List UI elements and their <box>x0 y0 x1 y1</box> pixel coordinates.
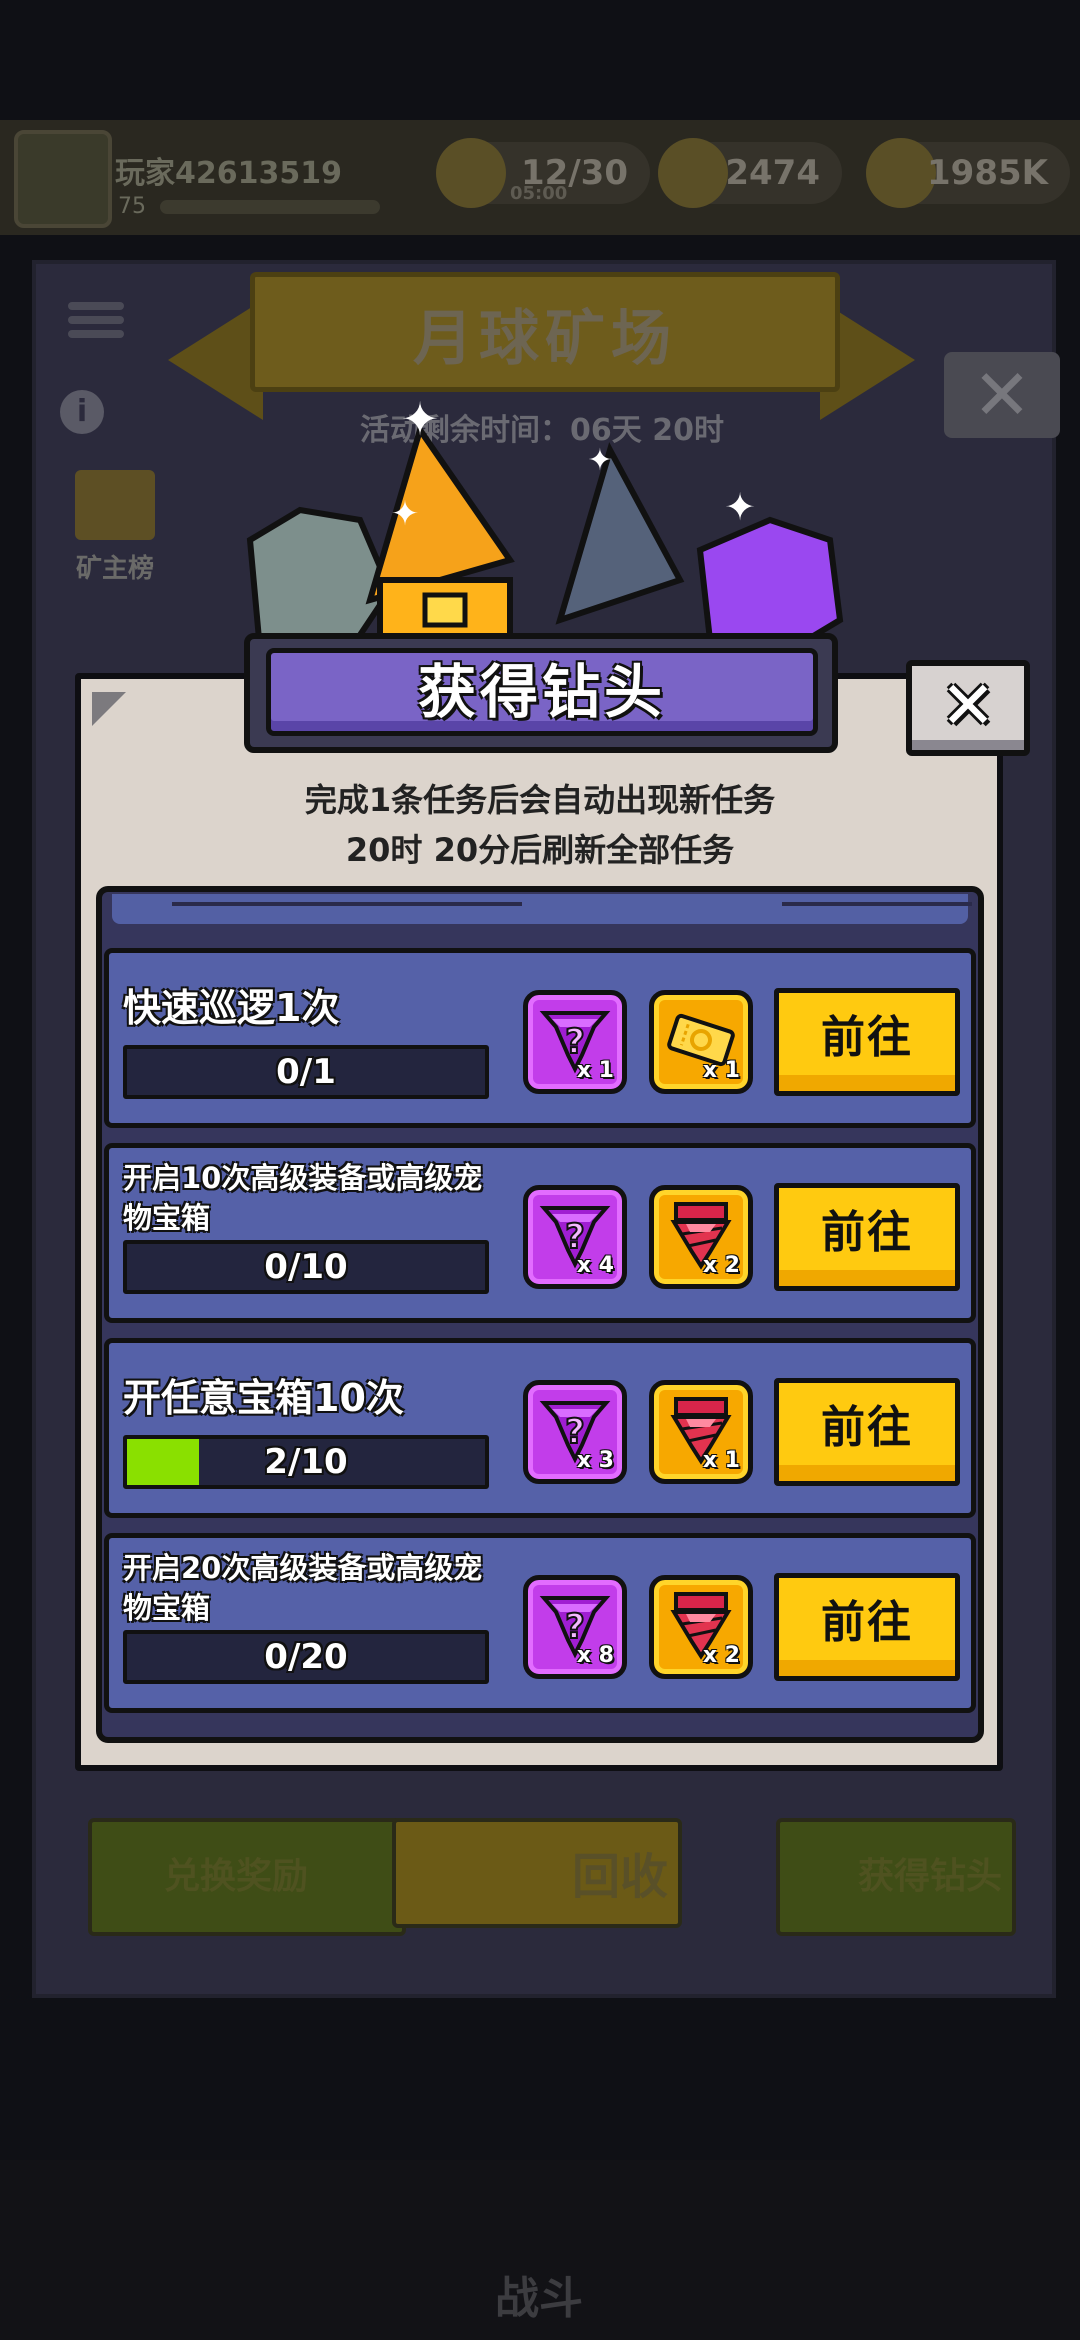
reward-slot-2[interactable]: x 2 <box>649 1575 753 1679</box>
reward-qty: x 3 <box>576 1448 614 1473</box>
task-row: 开任意宝箱10次 2/10? x 3x 1 前往 <box>104 1338 976 1518</box>
currency1-value: 2474 <box>725 153 820 193</box>
ranking-label: 矿主榜 <box>75 554 154 584</box>
reward-qty: x 1 <box>702 1448 740 1473</box>
reward-qty: x 1 <box>702 1058 740 1083</box>
avatar[interactable] <box>14 130 112 228</box>
reward-qty: x 4 <box>576 1253 614 1278</box>
sparkle: ✦ <box>391 494 420 534</box>
popup-title: 获得钻头 <box>417 658 666 726</box>
svg-text:?: ? <box>565 1217 585 1257</box>
player-header: 玩家42613519 75 12/30 05:00 2474 1985K <box>0 120 1080 235</box>
reward-qty: x 8 <box>576 1643 614 1668</box>
reward-qty: x 2 <box>702 1643 740 1668</box>
coin-icon <box>658 138 728 208</box>
list-scroll-edge <box>112 894 972 924</box>
background-close-icon[interactable]: ✕ <box>944 352 1060 438</box>
drill-art: ✦ ✦ ✦ ✦ <box>246 392 844 650</box>
reward-qty: x 1 <box>576 1058 614 1083</box>
reward-slot-1[interactable]: ? x 1 <box>523 990 627 1094</box>
go-label: 前往 <box>821 1597 913 1648</box>
task-progress-text: 2/10 <box>264 1442 348 1482</box>
close-button[interactable]: ✕ <box>906 660 1030 756</box>
close-icon: ✕ <box>940 667 996 744</box>
currency1-pill[interactable]: 2474 <box>658 138 842 208</box>
gold-icon <box>866 138 936 208</box>
recycle-label: 回收 <box>571 1849 668 1905</box>
task-title: 开任意宝箱10次 <box>123 1376 404 1420</box>
sparkle: ✦ <box>401 392 440 446</box>
go-button[interactable]: 前往 <box>774 988 960 1096</box>
sparkle: ✦ <box>587 443 612 478</box>
task-progress-bar: 0/1 <box>123 1045 489 1099</box>
exchange-reward-button[interactable]: 兑换奖励 <box>88 1818 406 1936</box>
get-drill-button[interactable]: 获得钻头 <box>776 1818 1016 1936</box>
reward-slot-1[interactable]: ? x 8 <box>523 1575 627 1679</box>
go-button[interactable]: 前往 <box>774 1573 960 1681</box>
go-button[interactable]: 前往 <box>774 1378 960 1486</box>
recycle-button[interactable]: 回收 <box>392 1818 682 1928</box>
xp-bar <box>160 200 380 214</box>
popup-title-bar: 获得钻头 <box>266 648 818 736</box>
reward-qty: x 2 <box>702 1253 740 1278</box>
sparkle: ✦ <box>724 485 756 529</box>
task-row: 快速巡逻1次 0/1? x 1x 1 前往 <box>104 948 976 1128</box>
exchange-reward-label: 兑换奖励 <box>164 1856 309 1897</box>
task-progress-bar: 2/10 <box>123 1435 489 1489</box>
task-progress-bar: 0/10 <box>123 1240 489 1294</box>
task-row: 开启10次高级装备或高级宠物宝箱 0/10? x 4x 2 前往 <box>104 1143 976 1323</box>
task-progress-text: 0/10 <box>264 1247 348 1287</box>
ranking-icon <box>75 470 155 540</box>
grey-rock <box>246 506 394 650</box>
go-label: 前往 <box>821 1012 913 1063</box>
reward-slot-2[interactable]: x 1 <box>649 990 753 1094</box>
nav-battle-label[interactable]: 战斗 <box>495 2262 583 2326</box>
reward-slot-2[interactable]: x 1 <box>649 1380 753 1484</box>
stamina-pill[interactable]: 12/30 05:00 <box>436 138 650 208</box>
svg-text:?: ? <box>565 1607 585 1647</box>
info-line-1: 完成1条任务后会自动出现新任务 <box>304 781 776 819</box>
task-row: 开启20次高级装备或高级宠物宝箱 0/20? x 8x 2 前往 <box>104 1533 976 1713</box>
task-title: 开启20次高级装备或高级宠物宝箱 <box>123 1551 483 1625</box>
svg-text:?: ? <box>565 1022 585 1062</box>
banner-title: 月球矿场 <box>413 304 677 374</box>
reward-slot-1[interactable]: ? x 4 <box>523 1185 627 1289</box>
refresh-timer: 20时 20分后刷新全部任务 <box>345 831 735 869</box>
currency2-pill[interactable]: 1985K <box>866 138 1070 208</box>
gold-drill-window <box>422 592 468 628</box>
go-label: 前往 <box>821 1402 913 1453</box>
info-icon[interactable]: i <box>60 390 104 434</box>
currency2-value: 1985K <box>927 153 1048 193</box>
task-progress-bar: 0/20 <box>123 1630 489 1684</box>
task-title: 开启10次高级装备或高级宠物宝箱 <box>123 1161 483 1235</box>
task-progress-text: 0/20 <box>264 1637 348 1677</box>
get-drill-label: 获得钻头 <box>858 1856 1003 1897</box>
player-name: 玩家42613519 <box>115 156 342 191</box>
stamina-icon <box>436 138 506 208</box>
purple-gem <box>696 516 844 650</box>
svg-text:?: ? <box>565 1412 585 1452</box>
menu-icon[interactable] <box>68 296 124 352</box>
reward-slot-2[interactable]: x 2 <box>649 1185 753 1289</box>
stamina-timer: 05:00 <box>510 183 568 204</box>
ranking-button[interactable]: 矿主榜 <box>60 470 170 585</box>
go-label: 前往 <box>821 1207 913 1258</box>
task-title: 快速巡逻1次 <box>123 986 340 1030</box>
go-button[interactable]: 前往 <box>774 1183 960 1291</box>
task-progress-text: 0/1 <box>276 1052 336 1092</box>
popup-corner-fold <box>92 692 126 726</box>
steel-drill <box>555 442 685 625</box>
reward-slot-1[interactable]: ? x 3 <box>523 1380 627 1484</box>
player-level: 75 <box>118 194 146 219</box>
